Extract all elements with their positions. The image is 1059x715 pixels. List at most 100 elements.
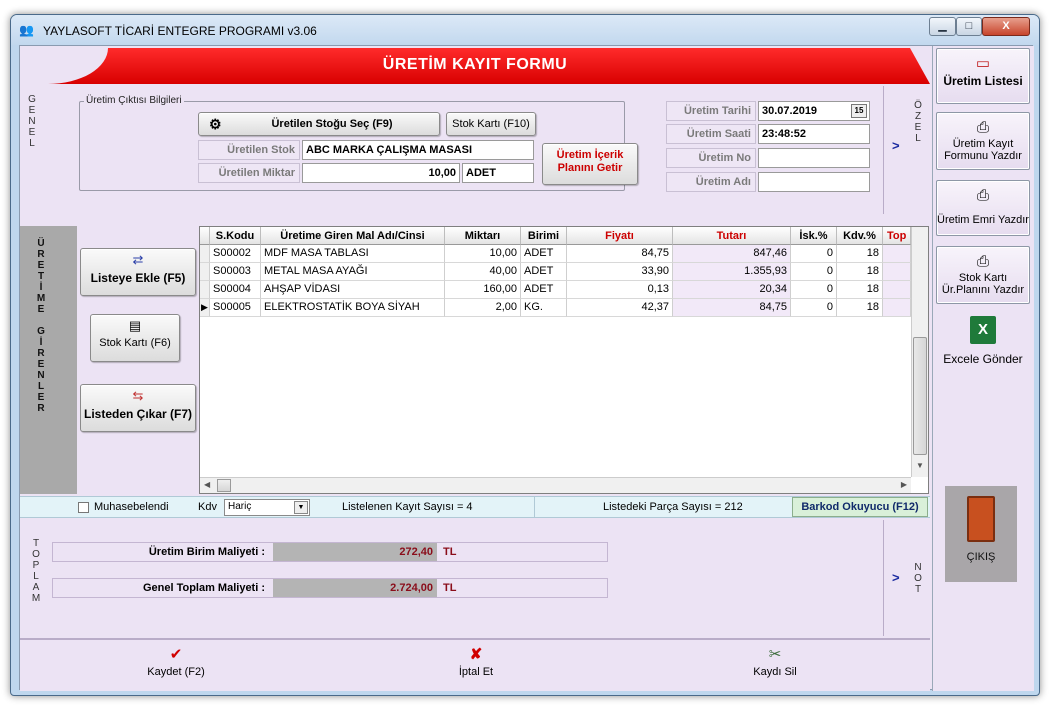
export-excel-button[interactable]: X Excele Gönder: [936, 316, 1030, 380]
input-items-grid[interactable]: S.Kodu Üretime Giren Mal Adı/Cinsi Mikta…: [199, 226, 929, 494]
column-header-total[interactable]: Top: [883, 227, 911, 245]
cell-total: [883, 281, 911, 299]
production-date-field[interactable]: 30.07.2019 15: [758, 101, 870, 121]
items-stock-card-button[interactable]: ▤ Stok Kartı (F6): [90, 314, 180, 362]
horizontal-scrollbar[interactable]: ◀ ▶: [200, 477, 911, 493]
column-header-code[interactable]: S.Kodu: [210, 227, 261, 245]
close-button[interactable]: X: [982, 17, 1030, 36]
accounted-checkbox[interactable]: [78, 502, 89, 513]
cell-discount: 0: [791, 281, 837, 299]
remove-from-list-button[interactable]: ⇆ Listeden Çıkar (F7): [80, 384, 196, 432]
printer-icon: ⎙: [976, 119, 989, 136]
note-panel-toggle[interactable]: > N O T: [883, 520, 930, 636]
produced-qty-label: Üretilen Miktar: [198, 163, 300, 183]
production-list-button[interactable]: ▭ Üretim Listesi: [936, 48, 1030, 104]
produced-stock-field[interactable]: ABC MARKA ÇALIŞMA MASASI: [302, 140, 534, 160]
cell-name: AHŞAP VİDASI: [261, 281, 445, 299]
save-button[interactable]: ✔ Kaydet (F2): [106, 644, 246, 690]
select-produced-stock-button[interactable]: ⚙ Üretilen Stoğu Seç (F9): [198, 112, 440, 136]
get-production-plan-button[interactable]: Üretim İçerik Planını Getir: [542, 143, 638, 185]
column-header-discount[interactable]: İsk.%: [791, 227, 837, 245]
cell-price: 0,13: [567, 281, 673, 299]
exit-button[interactable]: ÇIKIŞ: [945, 486, 1017, 582]
barcode-reader-button[interactable]: Barkod Okuyucu (F12): [792, 497, 928, 517]
genel-section: G E N E L Üretim Çıktısı Bilgileri ⚙ Üre…: [20, 86, 930, 214]
ozel-vertical-label: Ö Z E L: [914, 100, 922, 144]
cell-discount: 0: [791, 245, 837, 263]
totals-vertical-label: T O P L A M: [31, 538, 41, 604]
delete-record-icon: ✂: [768, 646, 782, 663]
produced-qty-field[interactable]: 10,00: [302, 163, 460, 183]
scroll-left-arrow-icon[interactable]: ◀: [204, 480, 210, 489]
production-no-field[interactable]: [758, 148, 870, 168]
ozel-panel-toggle[interactable]: > Ö Z E L: [883, 86, 930, 214]
bottom-action-bar: ✔ Kaydet (F2) ✘ İptal Et ✂ Kaydı Sil: [20, 638, 930, 691]
output-info-group: Üretim Çıktısı Bilgileri ⚙ Üretilen Stoğ…: [79, 95, 638, 191]
side-panel: ▭ Üretim Listesi ⎙ Üretim Kayıt Formunu …: [932, 46, 1034, 691]
cell-discount: 0: [791, 263, 837, 281]
items-stock-card-label: Stok Kartı (F6): [99, 337, 171, 349]
minimize-button[interactable]: ▁: [929, 17, 956, 36]
checkmark-icon: ✔: [169, 646, 183, 663]
form-title: ÜRETİM KAYIT FORMU: [382, 56, 568, 73]
genel-vertical-label: G E N E L: [28, 94, 36, 149]
scroll-right-arrow-icon[interactable]: ▶: [901, 480, 907, 489]
production-time-field[interactable]: 23:48:52: [758, 124, 870, 144]
calendar-icon[interactable]: 15: [851, 104, 867, 118]
kdv-select[interactable]: Hariç ▼: [224, 499, 310, 516]
total-cost-value: 2.724,00: [273, 579, 437, 597]
delete-record-button[interactable]: ✂ Kaydı Sil: [705, 644, 845, 690]
print-production-order-button[interactable]: ⎙ Üretim Emri Yazdır: [936, 180, 1030, 236]
cell-total: [883, 263, 911, 281]
maximize-button[interactable]: □: [956, 17, 982, 36]
column-header-qty[interactable]: Miktarı: [445, 227, 521, 245]
unit-cost-label: Üretim Birim Maliyeti :: [148, 546, 265, 558]
remove-from-list-label: Listeden Çıkar (F7): [83, 407, 193, 421]
cell-unit: ADET: [521, 281, 567, 299]
unit-cost-currency: TL: [443, 546, 457, 558]
cancel-label: İptal Et: [458, 666, 494, 678]
vertical-scrollbar[interactable]: ▼: [911, 227, 928, 477]
cell-unit: KG.: [521, 299, 567, 317]
scroll-down-arrow-icon[interactable]: ▼: [916, 461, 924, 470]
title-bar[interactable]: 👥 YAYLASOFT TİCARİ ENTEGRE PROGRAMI v3.0…: [11, 15, 1039, 45]
column-header-name[interactable]: Üretime Giren Mal Adı/Cinsi: [261, 227, 445, 245]
total-cost-label: Genel Toplam Maliyeti :: [142, 582, 265, 594]
add-to-list-icon: ⇄: [132, 252, 144, 267]
production-no-label: Üretim No: [666, 148, 756, 168]
print-production-form-button[interactable]: ⎙ Üretim Kayıt Formunu Yazdır: [936, 112, 1030, 170]
expand-arrow-icon[interactable]: >: [892, 138, 900, 153]
cancel-button[interactable]: ✘ İptal Et: [406, 644, 546, 690]
column-header-price[interactable]: Fiyatı: [567, 227, 673, 245]
column-header-amount[interactable]: Tutarı: [673, 227, 791, 245]
produced-unit-field[interactable]: ADET: [462, 163, 534, 183]
note-expand-arrow-icon[interactable]: >: [892, 570, 900, 585]
export-excel-label: Excele Gönder: [943, 352, 1023, 366]
cell-vat: 18: [837, 281, 883, 299]
cell-code: S00005: [210, 299, 261, 317]
inputs-vertical-strip: Ü R E T İ M E G İ R E N L E R: [20, 226, 77, 494]
vertical-scroll-thumb[interactable]: [913, 337, 927, 455]
chevron-down-icon[interactable]: ▼: [294, 501, 308, 514]
status-divider: [534, 497, 535, 517]
stock-card-button[interactable]: Stok Kartı (F10): [446, 112, 536, 136]
cell-qty: 160,00: [445, 281, 521, 299]
cell-vat: 18: [837, 263, 883, 281]
cell-name: ELEKTROSTATİK BOYA SİYAH: [261, 299, 445, 317]
produced-stock-label: Üretilen Stok: [198, 140, 300, 160]
grid-corner: [200, 227, 210, 245]
delete-record-label: Kaydı Sil: [753, 666, 797, 678]
column-header-vat[interactable]: Kdv.%: [837, 227, 883, 245]
print-stock-card-plan-button[interactable]: ⎙ Stok Kartı Ür.Planını Yazdır: [936, 246, 1030, 304]
application-window: 👥 YAYLASOFT TİCARİ ENTEGRE PROGRAMI v3.0…: [10, 14, 1040, 696]
select-stock-label: Üretilen Stoğu Seç (F9): [271, 118, 393, 130]
unit-cost-value: 272,40: [273, 543, 437, 561]
inputs-vertical-label: Ü R E T İ M E G İ R E N L E R: [36, 238, 46, 414]
cell-total: [883, 299, 911, 317]
production-name-field[interactable]: [758, 172, 870, 192]
row-header: [200, 263, 210, 281]
horizontal-scroll-thumb[interactable]: [217, 479, 231, 492]
add-to-list-button[interactable]: ⇄ Listeye Ekle (F5): [80, 248, 196, 296]
form-header-banner: ÜRETİM KAYIT FORMU: [20, 48, 930, 84]
column-header-unit[interactable]: Birimi: [521, 227, 567, 245]
